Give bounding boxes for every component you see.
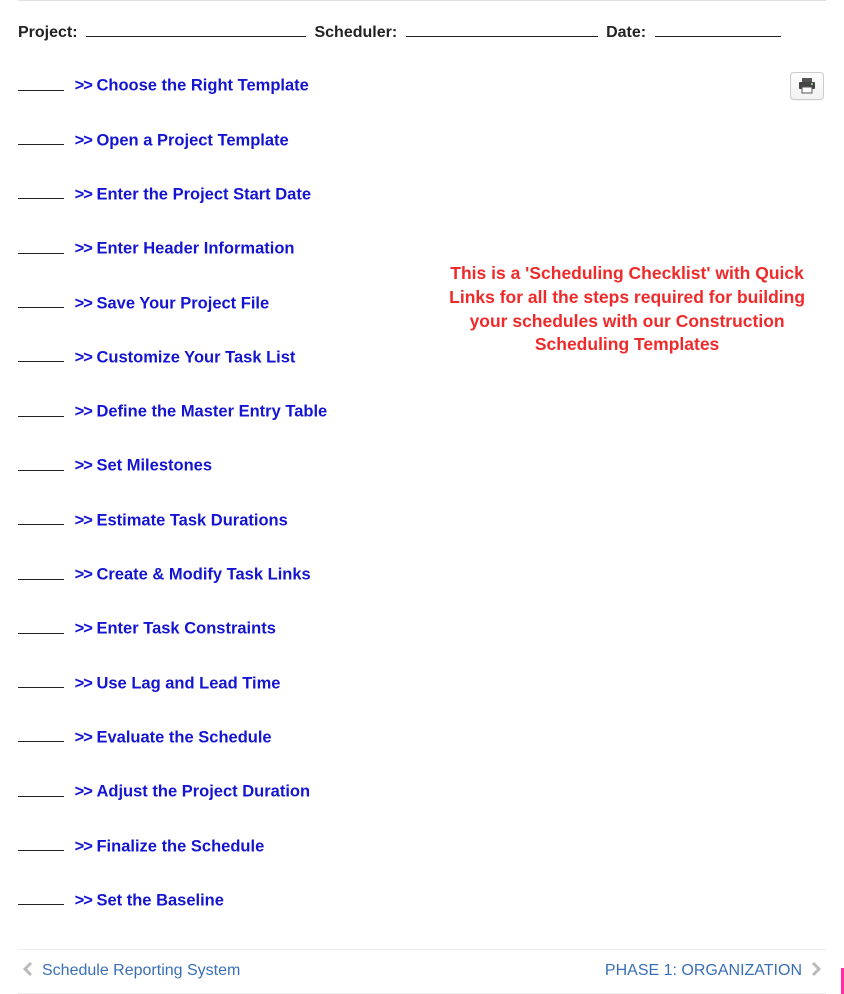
item-blank [18, 889, 64, 906]
pager-next[interactable]: PHASE 1: ORGANIZATION [605, 960, 822, 981]
item-blank [18, 183, 64, 200]
checklist-item: >> Save Your Project File [18, 292, 438, 314]
item-blank [18, 835, 64, 852]
checklist-link-milestones[interactable]: Set Milestones [96, 457, 212, 475]
chevron-icon: >> [75, 131, 92, 149]
checklist: >> Choose the Right Template >> Open a P… [18, 74, 438, 943]
chevron-left-icon [22, 960, 34, 981]
item-blank [18, 292, 64, 309]
chevron-icon: >> [75, 837, 92, 855]
checklist-link-save-file[interactable]: Save Your Project File [96, 294, 269, 312]
checklist-item: >> Create & Modify Task Links [18, 563, 438, 585]
checklist-item: >> Finalize the Schedule [18, 835, 438, 857]
pager-prev[interactable]: Schedule Reporting System [22, 960, 240, 981]
checklist-link-estimate-durations[interactable]: Estimate Task Durations [96, 511, 287, 529]
item-blank [18, 400, 64, 417]
item-blank [18, 454, 64, 471]
checklist-link-start-date[interactable]: Enter the Project Start Date [96, 185, 311, 203]
chevron-icon: >> [75, 674, 92, 692]
item-blank [18, 726, 64, 743]
checklist-link-task-links[interactable]: Create & Modify Task Links [96, 566, 310, 584]
checklist-item: >> Use Lag and Lead Time [18, 672, 438, 694]
checklist-item: >> Customize Your Task List [18, 346, 438, 368]
checklist-item: >> Estimate Task Durations [18, 509, 438, 531]
checklist-link-evaluate[interactable]: Evaluate the Schedule [96, 728, 271, 746]
checklist-link-header-info[interactable]: Enter Header Information [96, 240, 294, 258]
chevron-icon: >> [75, 783, 92, 801]
chevron-icon: >> [75, 403, 92, 421]
chevron-icon: >> [75, 728, 92, 746]
scheduler-label: Scheduler: [314, 24, 397, 41]
checklist-item: >> Set Milestones [18, 454, 438, 476]
scheduler-blank [406, 21, 598, 37]
item-blank [18, 509, 64, 526]
date-blank [655, 21, 781, 37]
pager-next-label: PHASE 1: ORGANIZATION [605, 962, 802, 980]
chevron-icon: >> [75, 348, 92, 366]
print-icon [798, 78, 816, 94]
chevron-icon: >> [75, 511, 92, 529]
checklist-link-master-entry[interactable]: Define the Master Entry Table [96, 403, 327, 421]
checklist-item: >> Choose the Right Template [18, 74, 438, 96]
chevron-icon: >> [75, 240, 92, 258]
checklist-item: >> Define the Master Entry Table [18, 400, 438, 422]
project-blank [86, 21, 306, 37]
pager-prev-label: Schedule Reporting System [42, 962, 240, 980]
chevron-icon: >> [75, 457, 92, 475]
checklist-link-choose-template[interactable]: Choose the Right Template [96, 77, 308, 95]
item-blank [18, 74, 64, 91]
form-header: Project: Scheduler: Date: [18, 21, 826, 44]
callout-text: This is a 'Scheduling Checklist' with Qu… [438, 262, 826, 357]
item-blank [18, 563, 64, 580]
item-blank [18, 346, 64, 363]
checklist-item: >> Enter Task Constraints [18, 617, 438, 639]
chevron-icon: >> [75, 566, 92, 584]
checklist-link-lag-lead[interactable]: Use Lag and Lead Time [96, 674, 280, 692]
checklist-item: >> Adjust the Project Duration [18, 780, 438, 802]
date-label: Date: [606, 24, 646, 41]
print-button[interactable] [790, 72, 824, 100]
chevron-icon: >> [75, 294, 92, 312]
chevron-icon: >> [75, 620, 92, 638]
checklist-link-finalize[interactable]: Finalize the Schedule [96, 837, 264, 855]
chevron-icon: >> [75, 77, 92, 95]
checklist-link-baseline[interactable]: Set the Baseline [96, 891, 223, 909]
checklist-item: >> Enter Header Information [18, 237, 438, 259]
item-blank [18, 237, 64, 254]
item-blank [18, 617, 64, 634]
project-label: Project: [18, 24, 78, 41]
checklist-link-constraints[interactable]: Enter Task Constraints [96, 620, 275, 638]
checklist-link-adjust-duration[interactable]: Adjust the Project Duration [96, 783, 310, 801]
checklist-link-customize-tasks[interactable]: Customize Your Task List [96, 348, 295, 366]
checklist-item: >> Set the Baseline [18, 889, 438, 911]
checklist-item: >> Evaluate the Schedule [18, 726, 438, 748]
item-blank [18, 780, 64, 797]
checklist-item: >> Open a Project Template [18, 129, 438, 151]
chevron-icon: >> [75, 185, 92, 203]
pager: Schedule Reporting System PHASE 1: ORGAN… [18, 949, 826, 994]
checklist-link-open-template[interactable]: Open a Project Template [96, 131, 288, 149]
chevron-icon: >> [75, 891, 92, 909]
item-blank [18, 672, 64, 689]
chevron-right-icon [810, 960, 822, 981]
checklist-item: >> Enter the Project Start Date [18, 183, 438, 205]
item-blank [18, 129, 64, 146]
